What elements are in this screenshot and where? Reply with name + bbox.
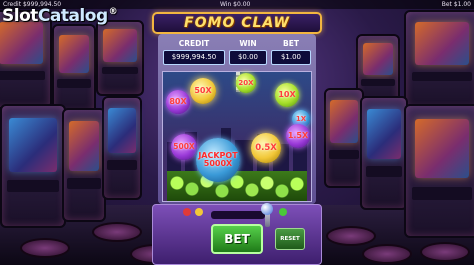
game-title: FOMO CLAW <box>184 15 290 31</box>
credit-value: $999,994.50 <box>163 50 225 65</box>
watermark-prefix: Slot <box>2 6 38 26</box>
arcade-cabinet <box>96 20 144 96</box>
win-meter: WIN $0.00 <box>228 38 268 68</box>
status-win: Win $0.00 <box>220 1 251 8</box>
prize-orb-0-5x: 0.5X <box>251 133 281 163</box>
yellow-knob <box>195 208 203 216</box>
arcade-stool <box>92 222 142 242</box>
reset-button[interactable]: RESET <box>275 228 305 250</box>
bet-meter: BET $1.00 <box>270 38 312 68</box>
jackpot-multiplier: 5000X <box>203 159 233 168</box>
arcade-cabinet <box>102 96 142 200</box>
arcade-stool <box>362 244 412 264</box>
green-knob <box>279 208 287 216</box>
arcade-cabinet <box>404 104 474 238</box>
credit-label: CREDIT <box>178 39 210 48</box>
arcade-cabinet <box>404 10 474 110</box>
watermark-suffix: Catalog <box>37 6 108 26</box>
prize-orb-50x: 50X <box>190 78 216 104</box>
prize-orb-80x: 80X <box>166 90 190 114</box>
bet-button[interactable]: BET <box>211 224 263 254</box>
joystick-icon <box>261 203 273 227</box>
coin-slot <box>211 211 265 219</box>
prize-orb-20x: 20X <box>236 73 256 93</box>
red-knob <box>183 208 191 216</box>
trademark-mark: ® <box>108 7 118 17</box>
credit-meter: CREDIT $999,994.50 <box>162 38 226 68</box>
machine-marquee: FOMO CLAW <box>152 12 322 34</box>
prize-orb-10x: 10X <box>275 83 299 107</box>
arcade-stool <box>20 238 70 258</box>
prize-orb-500x: 500X <box>171 134 197 160</box>
bet-label: BET <box>283 39 299 48</box>
bet-value: $1.00 <box>271 50 311 65</box>
arcade-cabinet <box>52 24 96 114</box>
win-value: $0.00 <box>229 50 267 65</box>
coin-pile <box>167 171 307 201</box>
status-bet: Bet $1.00 <box>441 1 471 8</box>
arcade-cabinet <box>360 96 408 210</box>
meter-row: CREDIT $999,994.50 WIN $0.00 BET $1.00 <box>162 38 312 68</box>
arcade-cabinet <box>0 104 66 228</box>
prize-orb-1-5x: 1.5X <box>286 124 310 148</box>
jackpot-orb: JACKPOT 5000X <box>196 138 240 182</box>
slotcatalog-watermark: SlotCatalog® <box>2 6 118 26</box>
win-label: WIN <box>239 39 257 48</box>
arcade-cabinet <box>62 108 106 222</box>
arcade-stool <box>326 226 376 246</box>
arcade-stool <box>420 242 470 262</box>
arcade-cabinet <box>324 88 364 188</box>
